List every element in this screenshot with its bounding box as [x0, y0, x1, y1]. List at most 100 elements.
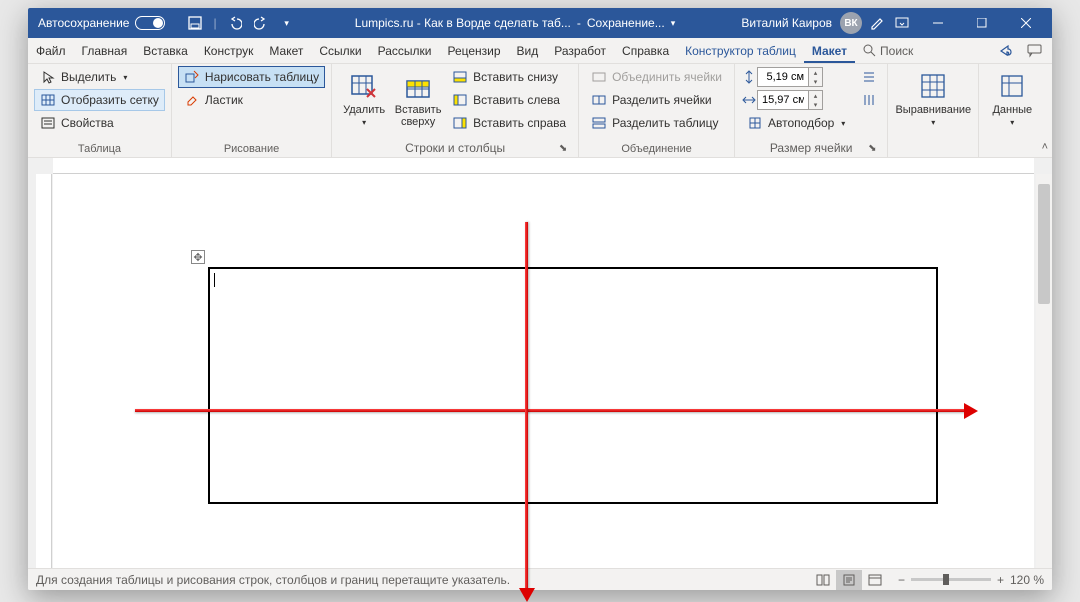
dialog-launcher-icon[interactable]: ⬊ [865, 141, 879, 155]
group-label [985, 153, 1039, 157]
distribute-cols-button[interactable] [857, 89, 881, 111]
delete-button[interactable]: Удалить▾ [338, 66, 390, 134]
web-layout-icon[interactable] [862, 570, 888, 590]
tab-insert[interactable]: Вставка [135, 38, 196, 63]
zoom-in-button[interactable]: + [997, 573, 1004, 587]
view-gridlines-button[interactable]: Отобразить сетку [34, 89, 165, 111]
properties-button[interactable]: Свойства [34, 112, 165, 134]
ribbon-display-icon[interactable] [894, 15, 910, 31]
user-name[interactable]: Виталий Каиров [741, 16, 832, 30]
merge-cells-button[interactable]: Объединить ячейки [585, 66, 728, 88]
tab-home[interactable]: Главная [74, 38, 136, 63]
split-cells-button[interactable]: Разделить ячейки [585, 89, 728, 111]
autosave-toggle[interactable]: Автосохранение [32, 16, 171, 30]
alignment-button[interactable]: Выравнивание▾ [894, 66, 972, 134]
share-icon[interactable] [998, 43, 1013, 58]
insert-below-button[interactable]: Вставить снизу [446, 66, 572, 88]
group-label: Таблица [34, 141, 165, 157]
insert-left-button[interactable]: Вставить слева [446, 89, 572, 111]
status-hint: Для создания таблицы и рисования строк, … [36, 573, 510, 587]
pencil-table-icon [184, 69, 200, 85]
insert-col-right-icon [452, 115, 468, 131]
ribbon: Выделить▾ Отобразить сетку Свойства Табл… [28, 64, 1052, 158]
grid-icon [40, 92, 56, 108]
merge-icon [591, 69, 607, 85]
tab-layout[interactable]: Макет [261, 38, 311, 63]
data-button[interactable]: Данные▾ [985, 66, 1039, 134]
tab-file[interactable]: Файл [28, 38, 74, 63]
print-layout-icon[interactable] [836, 570, 862, 590]
distribute-rows-button[interactable] [857, 66, 881, 88]
close-button[interactable] [1004, 8, 1048, 38]
titlebar: Автосохранение | ▾ Lumpics.ru - Как в Во… [28, 8, 1052, 38]
group-draw: Нарисовать таблицу Ластик Рисование [172, 64, 332, 157]
redo-icon[interactable] [253, 15, 269, 31]
split-table-icon [591, 115, 607, 131]
group-label: Размер ячейки⬊ [741, 139, 881, 157]
group-alignment: Выравнивание▾ [888, 64, 979, 157]
zoom-slider[interactable] [911, 578, 991, 581]
avatar[interactable]: ВК [840, 12, 862, 34]
tab-review[interactable]: Рецензир [439, 38, 508, 63]
maximize-button[interactable] [960, 8, 1004, 38]
group-label: Рисование [178, 141, 325, 157]
height-icon [741, 69, 757, 85]
split-cells-icon [591, 92, 607, 108]
draw-table-button[interactable]: Нарисовать таблицу [178, 66, 325, 88]
tab-table-design[interactable]: Конструктор таблиц [677, 38, 804, 63]
arrowhead-right-icon [964, 403, 978, 419]
drawing-mode-icon[interactable] [870, 15, 886, 31]
delete-table-icon [348, 70, 380, 102]
search-box[interactable]: Поиск [855, 38, 921, 63]
tab-mailings[interactable]: Рассылки [370, 38, 440, 63]
zoom-level[interactable]: 120 % [1010, 573, 1044, 587]
tab-developer[interactable]: Разработ [546, 38, 614, 63]
undo-icon[interactable] [227, 15, 243, 31]
group-merge: Объединить ячейки Разделить ячейки Разде… [579, 64, 735, 157]
read-mode-icon[interactable] [810, 570, 836, 590]
save-icon[interactable] [187, 15, 203, 31]
page-canvas[interactable]: ✥ [53, 174, 1034, 568]
row-height-field[interactable]: ▴▾ [741, 66, 851, 88]
word-window: Автосохранение | ▾ Lumpics.ru - Как в Во… [28, 8, 1052, 590]
alignment-icon [917, 70, 949, 102]
tab-design[interactable]: Конструк [196, 38, 262, 63]
status-bar: Для создания таблицы и рисования строк, … [28, 568, 1052, 590]
tab-table-layout[interactable]: Макет [804, 38, 855, 63]
group-label: Объединение [585, 141, 728, 157]
zoom-out-button[interactable]: − [898, 573, 905, 587]
group-label [894, 153, 972, 157]
document-title: Lumpics.ru - Как в Ворде сделать таб...-… [295, 16, 736, 30]
data-icon [996, 70, 1028, 102]
dialog-launcher-icon[interactable]: ⬊ [556, 141, 570, 155]
col-width-field[interactable]: ▴▾ [741, 89, 851, 111]
search-icon [863, 44, 876, 57]
vertical-ruler[interactable] [36, 174, 52, 568]
vertical-scrollbar[interactable] [1036, 174, 1052, 568]
horizontal-ruler[interactable] [53, 158, 1034, 174]
insert-right-button[interactable]: Вставить справа [446, 112, 572, 134]
group-cell-size: ▴▾ ▴▾ Автоподбор▾ Размер ячейки⬊ [735, 64, 888, 157]
split-table-button[interactable]: Разделить таблицу [585, 112, 728, 134]
autofit-button[interactable]: Автоподбор▾ [741, 112, 851, 134]
insert-above-button[interactable]: Вставить сверху [392, 66, 444, 134]
group-rows-cols: Удалить▾ Вставить сверху Вставить снизу … [332, 64, 579, 157]
drawn-table[interactable] [208, 267, 938, 504]
eraser-button[interactable]: Ластик [178, 89, 325, 111]
qat-dropdown-icon[interactable]: ▾ [279, 15, 295, 31]
pointer-icon [40, 69, 56, 85]
select-button[interactable]: Выделить▾ [34, 66, 165, 88]
width-icon [741, 92, 757, 108]
dist-cols-icon [861, 92, 877, 108]
group-data: Данные▾ [979, 64, 1045, 157]
tab-help[interactable]: Справка [614, 38, 677, 63]
insert-row-bottom-icon [452, 69, 468, 85]
collapse-ribbon-icon[interactable]: ˄ [1042, 141, 1048, 153]
minimize-button[interactable] [916, 8, 960, 38]
tab-references[interactable]: Ссылки [311, 38, 369, 63]
tab-view[interactable]: Вид [509, 38, 547, 63]
insert-col-left-icon [452, 92, 468, 108]
insert-row-top-icon [402, 70, 434, 102]
comments-icon[interactable] [1027, 43, 1042, 58]
table-move-handle[interactable]: ✥ [191, 250, 205, 264]
